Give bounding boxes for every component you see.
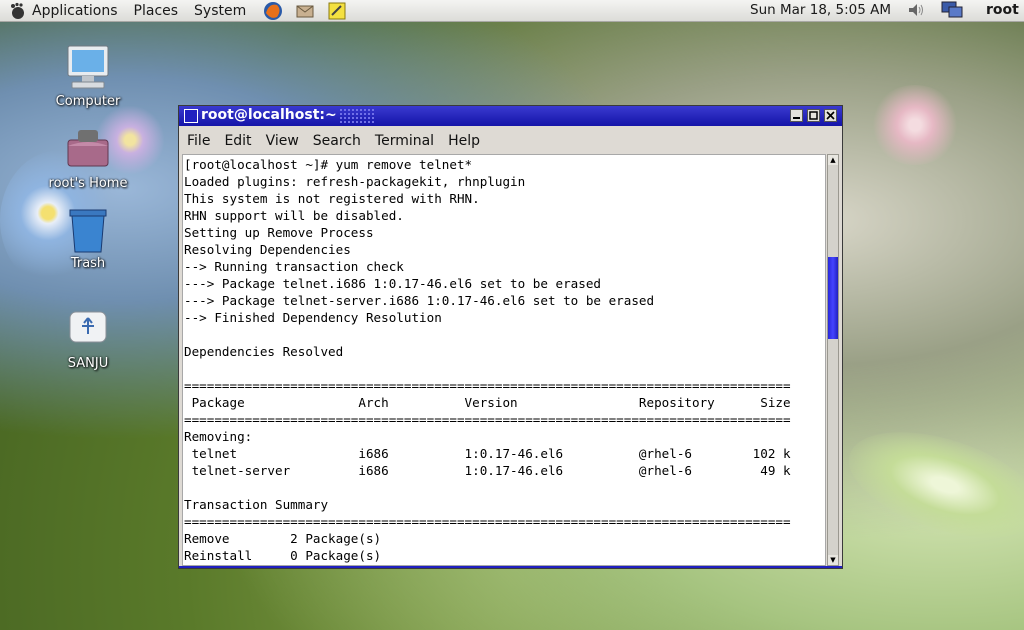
- evolution-icon[interactable]: [294, 1, 316, 21]
- close-button[interactable]: [824, 109, 837, 122]
- window-menubar: File Edit View Search Terminal Help: [187, 130, 494, 152]
- scrollbar-thumb[interactable]: [828, 257, 838, 339]
- terminal-window[interactable]: root@localhost:~ File Edit View Search T…: [178, 105, 843, 569]
- window-title: root@localhost:~: [201, 107, 337, 123]
- desktop-icon-sanju[interactable]: SANJU: [38, 306, 138, 371]
- menu-search[interactable]: Search: [313, 130, 361, 152]
- terminal-line: Package Arch Version Repository Size: [184, 395, 791, 410]
- volume-icon[interactable]: [906, 1, 926, 19]
- desktop-icon-label: SANJU: [67, 356, 109, 371]
- terminal-line: Dependencies Resolved: [184, 344, 344, 359]
- terminal-line: Loaded plugins: refresh-packagekit, rhnp…: [184, 174, 526, 189]
- terminal-line: Setting up Remove Process: [184, 225, 374, 240]
- close-icon: [826, 111, 835, 120]
- terminal-line: telnet i686 1:0.17-46.el6 @rhel-6 102 k: [184, 446, 791, 461]
- desktop-icon-label: root's Home: [48, 176, 128, 191]
- terminal-line: Resolving Dependencies: [184, 242, 351, 257]
- terminal-line: ========================================…: [184, 514, 791, 529]
- panel-clock[interactable]: Sun Mar 18, 5:05 AM: [750, 0, 891, 20]
- terminal-line: --> Running transaction check: [184, 259, 404, 274]
- menu-help[interactable]: Help: [448, 130, 480, 152]
- menu-view[interactable]: View: [266, 130, 299, 152]
- home-folder-icon: [64, 126, 112, 174]
- terminal-line: telnet-server i686 1:0.17-46.el6 @rhel-6…: [184, 463, 791, 478]
- titlebar-pattern: [339, 108, 375, 124]
- places-menu[interactable]: Places: [134, 3, 179, 19]
- terminal-icon: [184, 109, 198, 123]
- trash-icon: [64, 206, 112, 254]
- applications-menu[interactable]: Applications: [32, 3, 118, 19]
- desktop-icon-label: Computer: [55, 94, 121, 109]
- scroll-down-arrow-icon[interactable]: ▼: [828, 555, 838, 565]
- minimize-icon: [793, 117, 800, 119]
- scroll-up-arrow-icon[interactable]: ▲: [828, 155, 838, 165]
- terminal-output[interactable]: [root@localhost ~]# yum remove telnet* Lo…: [182, 154, 826, 566]
- maximize-button[interactable]: [807, 109, 820, 122]
- firefox-icon[interactable]: [262, 1, 284, 21]
- minimize-button[interactable]: [790, 109, 803, 122]
- terminal-line: ========================================…: [184, 378, 791, 393]
- terminal-line: [root@localhost ~]# yum remove telnet*: [184, 157, 473, 172]
- terminal-line: ========================================…: [184, 412, 791, 427]
- terminal-line: ---> Package telnet.i686 1:0.17-46.el6 s…: [184, 276, 602, 291]
- network-icon[interactable]: [940, 1, 964, 19]
- desktop-icon-label: Trash: [70, 256, 106, 271]
- gnome-foot-icon[interactable]: [8, 2, 26, 20]
- desktop-icon-home[interactable]: root's Home: [38, 126, 138, 191]
- terminal-line: Reinstall 0 Package(s): [184, 548, 382, 563]
- top-panel: Applications Places System Sun Mar 18, 5…: [0, 0, 1024, 22]
- terminal-line: Remove 2 Package(s): [184, 531, 382, 546]
- maximize-icon: [809, 111, 818, 120]
- terminal-line: Removing:: [184, 429, 253, 444]
- terminal-line: ---> Package telnet-server.i686 1:0.17-4…: [184, 293, 655, 308]
- menu-file[interactable]: File: [187, 130, 210, 152]
- terminal-line: --> Finished Dependency Resolution: [184, 310, 442, 325]
- system-menu[interactable]: System: [194, 3, 246, 19]
- desktop-icon-trash[interactable]: Trash: [38, 206, 138, 271]
- notes-icon[interactable]: [326, 1, 348, 21]
- vertical-scrollbar[interactable]: ▲ ▼: [827, 154, 839, 566]
- computer-icon: [64, 44, 112, 92]
- menu-terminal[interactable]: Terminal: [375, 130, 434, 152]
- terminal-line: This system is not registered with RHN.: [184, 191, 480, 206]
- terminal-line: RHN support will be disabled.: [184, 208, 404, 223]
- background-flower: [870, 85, 960, 165]
- window-bottom-border: [179, 566, 842, 568]
- background-leaf: [835, 411, 1024, 559]
- usb-drive-icon: [64, 306, 112, 354]
- menu-edit[interactable]: Edit: [224, 130, 251, 152]
- window-titlebar[interactable]: root@localhost:~: [179, 106, 842, 126]
- desktop-icon-computer[interactable]: Computer: [38, 44, 138, 109]
- terminal-text: [root@localhost ~]# yum remove telnet* Lo…: [183, 155, 825, 564]
- terminal-line: Transaction Summary: [184, 497, 329, 512]
- user-menu[interactable]: root: [986, 0, 1019, 20]
